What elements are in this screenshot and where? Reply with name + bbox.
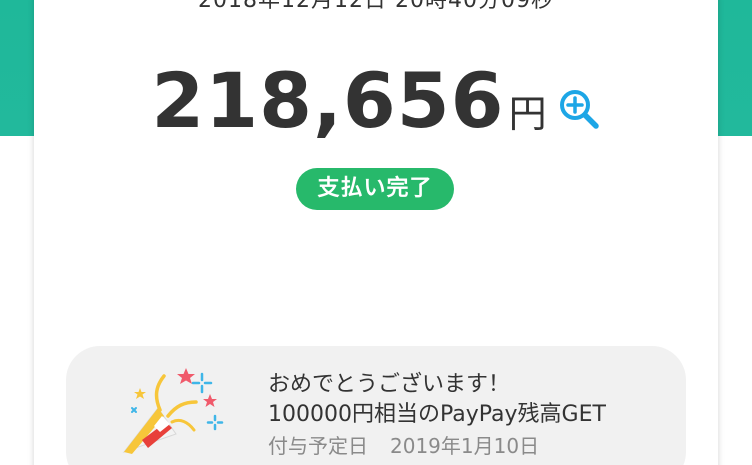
payment-amount: 218,656: [151, 56, 505, 145]
amount-row: 218,656 円: [34, 56, 718, 145]
bonus-banner: おめでとうございます！ 100000円相当のPayPay残高GET 付与予定日 2…: [66, 346, 686, 465]
payment-datetime: 2018年12月12日 20時40分09秒: [198, 0, 554, 13]
status-badge: 支払い完了: [296, 168, 454, 210]
bonus-title: おめでとうございます！: [268, 372, 511, 397]
bonus-date-row: 付与予定日 2019年1月10日: [268, 430, 678, 462]
bonus-text: おめでとうございます！ 100000円相当のPayPay残高GET 付与予定日 2…: [268, 370, 678, 462]
header-band-right: [718, 0, 752, 136]
payment-complete-screen: 2018年12月12日 20時40分09秒 218,656 円 支払い完了 おめ…: [0, 0, 752, 465]
bonus-description: 100000円相当のPayPay残高GET: [268, 402, 606, 427]
party-popper-icon: [114, 360, 224, 460]
header-band-left: [0, 0, 34, 136]
payment-card: 2018年12月12日 20時40分09秒 218,656 円 支払い完了 おめ…: [34, 0, 718, 465]
zoom-in-icon[interactable]: [557, 87, 601, 131]
currency-unit: 円: [508, 92, 547, 136]
bonus-date-value: 2019年1月10日: [390, 434, 540, 458]
bonus-date-label: 付与予定日: [268, 434, 368, 458]
